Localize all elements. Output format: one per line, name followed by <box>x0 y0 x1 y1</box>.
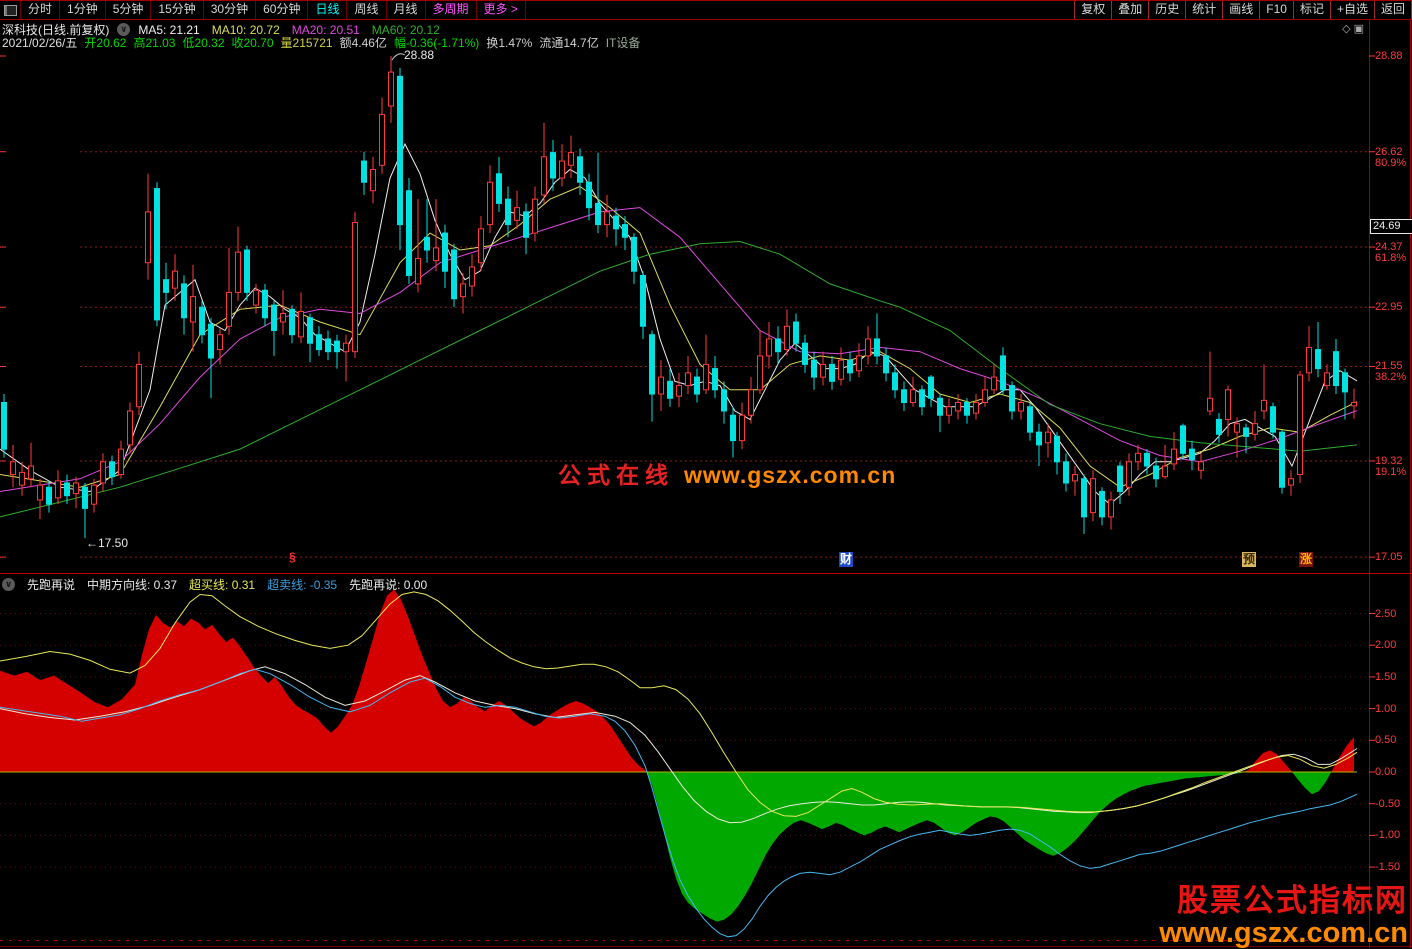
bottom-right-watermark: 股票公式指标网 www.gszx.com.cn <box>1159 885 1408 948</box>
indicator-axis-label: 0.50 <box>1375 735 1396 746</box>
toolbar-item-多周期[interactable]: 多周期 <box>426 1 477 19</box>
fib-percent-label: 80.9% <box>1375 158 1406 169</box>
indicator-value-label: 先跑再说 <box>27 576 75 593</box>
price-axis-label: 28.88 <box>1375 51 1403 62</box>
ma-line-MA20 <box>0 208 1357 492</box>
quote-detail-row: 2021/02/26/五 开20.62 高21.03 低20.32 收20.70 量21… <box>2 34 640 51</box>
quote-field: 高21.03 <box>133 34 175 51</box>
indicator-axis-label: -1.50 <box>1375 862 1400 873</box>
indicator-axis-label: 1.00 <box>1375 704 1396 715</box>
watermark-br-title: 股票公式指标网 <box>1159 885 1408 918</box>
toolbar-item-5分钟[interactable]: 5分钟 <box>106 1 152 19</box>
quote-field: 低20.32 <box>182 34 224 51</box>
indicator-axis-label: 0.00 <box>1375 767 1396 778</box>
toolbar-button-标记[interactable]: 标记 <box>1293 1 1330 19</box>
quote-field: 量215721 <box>281 34 333 51</box>
collapse-indicator-icon[interactable]: ∨ <box>2 578 15 591</box>
toolbar-item-15分钟[interactable]: 15分钟 <box>151 1 203 19</box>
toolbar-right: 复权叠加历史统计画线F10标记+自选返回 <box>1074 1 1412 19</box>
chart-window-controls[interactable]: ◇ ▣ <box>1342 22 1364 35</box>
indicator-header: ∨ 先跑再说中期方向线: 0.37超买线: 0.31超卖线: -0.35先跑再说… <box>2 576 427 593</box>
indicator-axis-label: 1.50 <box>1375 672 1396 683</box>
quote-field: 开20.62 <box>84 34 126 51</box>
center-watermark: 公式在线 www.gszx.com.cn <box>558 456 896 490</box>
toolbar-button-历史[interactable]: 历史 <box>1148 1 1185 19</box>
quote-field: 收20.70 <box>232 34 274 51</box>
toolbar-button-复权[interactable]: 复权 <box>1074 1 1111 19</box>
window-icon[interactable] <box>0 1 21 19</box>
quote-field: 换1.47% <box>486 34 532 51</box>
indicator-value-label: 超买线: 0.31 <box>189 576 255 593</box>
event-marker-§[interactable]: § <box>288 550 297 565</box>
high-annotation: 28.88 <box>404 48 434 62</box>
toolbar-button-画线[interactable]: 画线 <box>1222 1 1259 19</box>
toolbar-left: 分时1分钟5分钟15分钟30分钟60分钟日线周线月线多周期更多 > <box>21 1 526 19</box>
toolbar-item-30分钟[interactable]: 30分钟 <box>204 1 256 19</box>
fib-percent-label: 19.1% <box>1375 467 1406 478</box>
period-toolbar: 分时1分钟5分钟15分钟30分钟60分钟日线周线月线多周期更多 > 复权叠加历史… <box>0 1 1412 20</box>
toolbar-spacer <box>526 1 1074 19</box>
quote-field: 额4.46亿 <box>340 34 387 51</box>
diamond-icon[interactable]: ◇ ▣ <box>1342 22 1364 35</box>
ma-line-MA10 <box>0 187 1357 488</box>
price-axis-label: 22.95 <box>1375 302 1403 313</box>
indicator-axis-label: 2.00 <box>1375 640 1396 651</box>
toolbar-item-更多 >[interactable]: 更多 > <box>477 1 526 19</box>
toolbar-item-60分钟[interactable]: 60分钟 <box>256 1 308 19</box>
event-marker-涨[interactable]: 涨 <box>1299 552 1313 567</box>
event-marker-预[interactable]: 预 <box>1242 552 1256 567</box>
toolbar-item-分时[interactable]: 分时 <box>21 1 60 19</box>
price-axis-label: 17.05 <box>1375 552 1403 563</box>
quote-field: IT设备 <box>606 34 641 51</box>
toolbar-button-+自选[interactable]: +自选 <box>1330 1 1374 19</box>
quote-date: 2021/02/26/五 <box>2 34 77 51</box>
indicator-value-label: 先跑再说: 0.00 <box>349 576 427 593</box>
toolbar-button-统计[interactable]: 统计 <box>1185 1 1222 19</box>
toolbar-item-日线[interactable]: 日线 <box>308 1 347 19</box>
indicator-values: 先跑再说中期方向线: 0.37 超买线: 0.31 超卖线: -0.35 先跑再说: … <box>27 576 427 593</box>
quote-fields: 开20.62高21.03低20.32收20.70量215721额4.46亿幅-0… <box>84 34 640 51</box>
toolbar-item-1分钟[interactable]: 1分钟 <box>60 1 106 19</box>
toolbar-item-月线[interactable]: 月线 <box>387 1 426 19</box>
indicator-value-label: 超卖线: -0.35 <box>267 576 337 593</box>
toolbar-item-周线[interactable]: 周线 <box>347 1 386 19</box>
watermark-url: www.gszx.com.cn <box>684 462 896 488</box>
low-annotation: ←17.50 <box>86 536 128 550</box>
event-marker-财[interactable]: 财 <box>839 552 853 567</box>
indicator-value-label: 中期方向线: 0.37 <box>87 576 177 593</box>
toolbar-button-返回[interactable]: 返回 <box>1374 1 1411 19</box>
fib-percent-label: 61.8% <box>1375 253 1406 264</box>
watermark-br-url: www.gszx.com.cn <box>1159 918 1408 948</box>
indicator-axis-label: 2.50 <box>1375 609 1396 620</box>
toolbar-button-叠加[interactable]: 叠加 <box>1111 1 1148 19</box>
indicator-axis-label: -0.50 <box>1375 799 1400 810</box>
watermark-cn: 公式在线 <box>558 462 674 488</box>
fib-percent-label: 38.2% <box>1375 372 1406 383</box>
last-price-box: 24.69 <box>1370 219 1412 234</box>
indicator-axis-label: -1.00 <box>1375 830 1400 841</box>
quote-field: 流通14.7亿 <box>539 34 598 51</box>
toolbar-button-F10[interactable]: F10 <box>1259 1 1293 19</box>
app-root: 分时1分钟5分钟15分钟30分钟60分钟日线周线月线多周期更多 > 复权叠加历史… <box>0 0 1412 948</box>
